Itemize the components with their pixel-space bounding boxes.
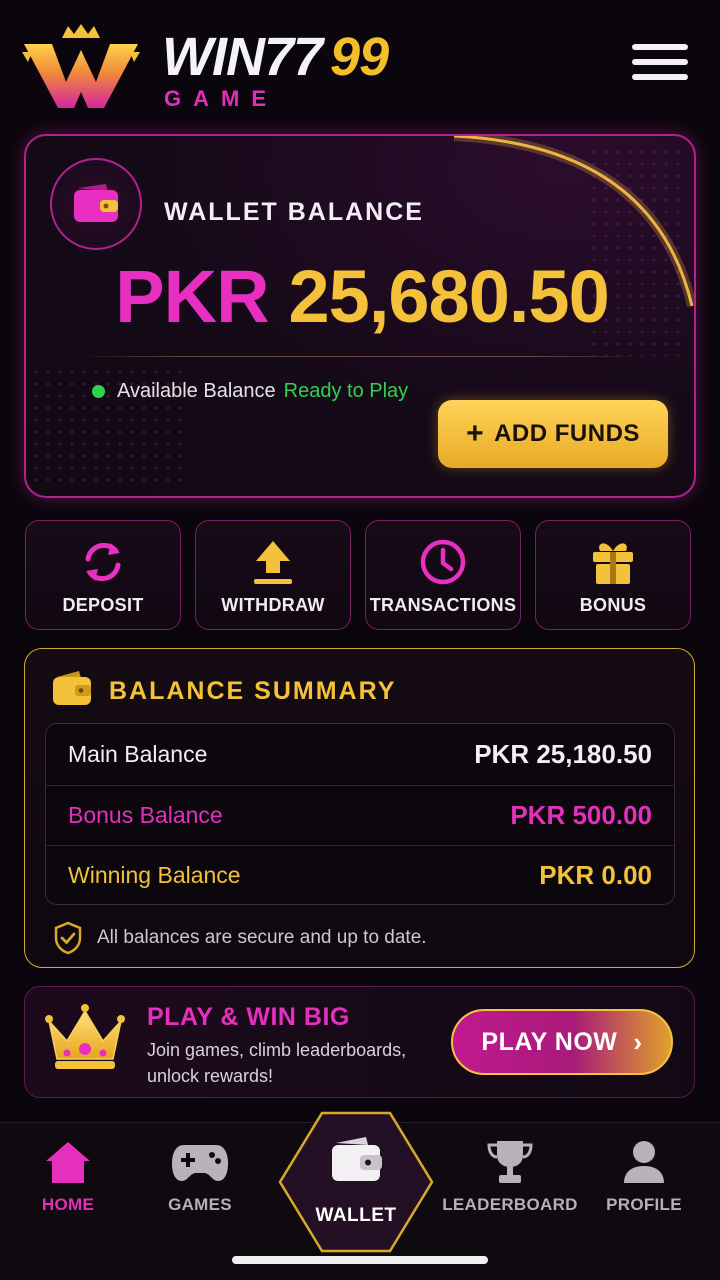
withdraw-button[interactable]: WITHDRAW	[195, 520, 351, 630]
secure-note-text: All balances are secure and up to date.	[97, 927, 427, 948]
wallet-icon	[50, 158, 142, 250]
bonus-button[interactable]: BONUS	[535, 520, 691, 630]
gift-icon	[593, 543, 633, 584]
play-now-button[interactable]: PLAY NOW ›	[451, 1009, 673, 1075]
table-row: Bonus Balance PKR 500.00	[46, 785, 674, 845]
row-label: Main Balance	[68, 740, 208, 767]
row-value: PKR 0.00	[539, 860, 652, 890]
hamburger-menu-icon[interactable]	[632, 44, 688, 92]
home-indicator[interactable]	[232, 1256, 488, 1264]
table-row: Main Balance PKR 25,180.50	[46, 724, 674, 784]
transactions-label: TRANSACTIONS	[369, 595, 517, 615]
withdraw-label: WITHDRAW	[221, 595, 325, 615]
nav-label-leaderboard: LEADERBOARD	[442, 1195, 578, 1214]
available-label: Available Balance	[117, 380, 276, 402]
bonus-label: BONUS	[579, 595, 647, 615]
balance-summary-title: BALANCE SUMMARY	[109, 677, 397, 705]
row-label: Bonus Balance	[68, 802, 223, 828]
play-now-label: PLAY NOW	[481, 1027, 618, 1056]
promo-banner: PLAY & WIN BIG Join games, climb leaderb…	[24, 986, 695, 1098]
nav-label-home: HOME	[41, 1195, 95, 1214]
deposit-label: DEPOSIT	[62, 595, 144, 615]
wallet-hex-button	[278, 1111, 434, 1253]
wallet-balance-title: WALLET BALANCE	[164, 198, 424, 226]
balance-summary-card: BALANCE SUMMARY Main Balance PKR 25,180.…	[24, 648, 695, 968]
status-dot-icon	[92, 385, 105, 398]
brand-logo-icon	[22, 22, 140, 112]
brand-accent-text: 99	[330, 27, 389, 87]
table-row: Winning Balance PKR 0.00	[46, 845, 674, 905]
deposit-button[interactable]: DEPOSIT	[25, 520, 181, 630]
nav-item-profile[interactable]: PROFILE	[574, 1139, 714, 1215]
row-value: PKR 25,180.50	[474, 738, 652, 769]
add-funds-label: ADD FUNDS	[494, 420, 640, 447]
home-icon	[46, 1142, 90, 1183]
balance-currency: PKR	[115, 255, 269, 338]
brand-main-text: WIN77	[162, 27, 323, 87]
wallet-balance-card: WALLET BALANCE PKR 25,680.50 Available Ba…	[24, 134, 696, 498]
plus-icon: +	[466, 417, 485, 450]
nav-label-profile: PROFILE	[606, 1195, 682, 1214]
gamepad-icon	[172, 1145, 228, 1181]
ready-status: Ready to Play	[283, 380, 409, 402]
divider	[76, 356, 646, 357]
nav-item-wallet[interactable]: WALLET	[276, 1107, 436, 1257]
secure-note: All balances are secure and up to date.	[53, 921, 427, 955]
brand-sub-text: GAME	[164, 86, 278, 111]
brand-wordmark: WIN77 99 GAME	[162, 27, 389, 112]
crown-icon	[45, 1004, 125, 1069]
row-label: Winning Balance	[68, 862, 241, 888]
nav-item-leaderboard[interactable]: LEADERBOARD	[440, 1139, 580, 1215]
transactions-button[interactable]: TRANSACTIONS	[365, 520, 521, 630]
refresh-icon	[85, 542, 121, 582]
clock-icon	[420, 539, 466, 585]
promo-title: PLAY & WIN BIG	[147, 1003, 350, 1031]
nav-item-home[interactable]: HOME	[0, 1139, 138, 1215]
nav-item-games[interactable]: GAMES	[130, 1139, 270, 1215]
user-icon	[624, 1141, 664, 1183]
shield-check-icon	[54, 921, 82, 955]
promo-description: Join games, climb leaderboards, unlock r…	[147, 1040, 407, 1086]
nav-label-games: GAMES	[168, 1195, 232, 1214]
balance-summary-table: Main Balance PKR 25,180.50 Bonus Balance…	[45, 723, 675, 905]
available-balance-status: Available Balance Ready to Play	[92, 380, 408, 403]
trophy-icon	[487, 1141, 533, 1183]
row-value: PKR 500.00	[510, 800, 652, 830]
chevron-right-icon: ›	[633, 1026, 643, 1057]
upload-arrow-icon	[254, 541, 292, 584]
nav-label-wallet: WALLET	[315, 1205, 397, 1226]
balance-value: 25,680.50	[288, 255, 610, 338]
add-funds-button[interactable]: + ADD FUNDS	[438, 400, 668, 468]
wallet-balance-amount: PKR 25,680.50	[26, 254, 694, 339]
wallet-icon	[53, 671, 91, 705]
